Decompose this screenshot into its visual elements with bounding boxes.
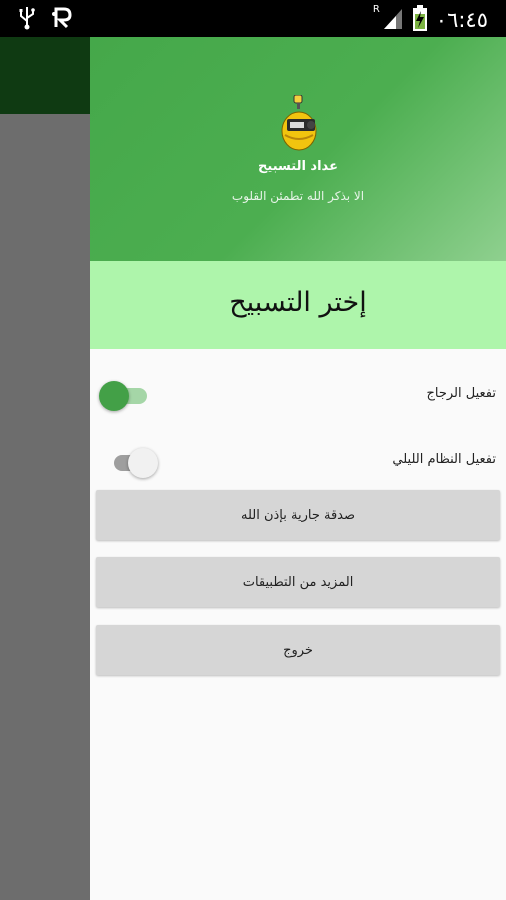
choose-tasbih-item[interactable]: إختر التسبيح xyxy=(90,261,506,349)
navigation-drawer: عداد التسبيح الا بذكر الله تطمئن القلوب … xyxy=(90,37,506,900)
background-toolbar xyxy=(0,37,90,114)
app-name: عداد التسبيح xyxy=(258,159,338,174)
status-bar: R ٠٦:٤٥ xyxy=(0,0,506,37)
more-apps-button[interactable]: المزيد من التطبيقات xyxy=(96,557,500,607)
background-scrim[interactable] xyxy=(0,114,90,900)
vibration-setting-row: تفعيل الرجاج xyxy=(90,376,506,416)
sadaqa-jariya-button[interactable]: صدقة جارية بإذن الله xyxy=(96,490,500,540)
clock: ٠٦:٤٥ xyxy=(435,8,488,32)
night-mode-toggle[interactable] xyxy=(110,448,160,478)
vibration-toggle[interactable] xyxy=(99,381,151,411)
battery-charging-icon xyxy=(412,4,428,36)
usb-icon xyxy=(18,6,36,34)
vibration-label: تفعيل الرجاج xyxy=(426,386,496,401)
r-notification-icon xyxy=(50,6,74,34)
tally-counter-icon xyxy=(279,94,319,151)
exit-button[interactable]: خروج xyxy=(96,625,500,675)
night-mode-label: تفعيل النظام الليلي xyxy=(392,452,496,467)
toggle-thumb xyxy=(99,381,129,411)
drawer-header: عداد التسبيح الا بذكر الله تطمئن القلوب xyxy=(90,37,506,261)
app-subtitle: الا بذكر الله تطمئن القلوب xyxy=(231,189,365,203)
roaming-r-icon: R xyxy=(372,4,380,15)
night-mode-setting-row: تفعيل النظام الليلي xyxy=(90,442,506,482)
choose-tasbih-label: إختر التسبيح xyxy=(229,287,367,318)
toggle-thumb xyxy=(128,448,158,478)
signal-icon xyxy=(382,5,404,35)
